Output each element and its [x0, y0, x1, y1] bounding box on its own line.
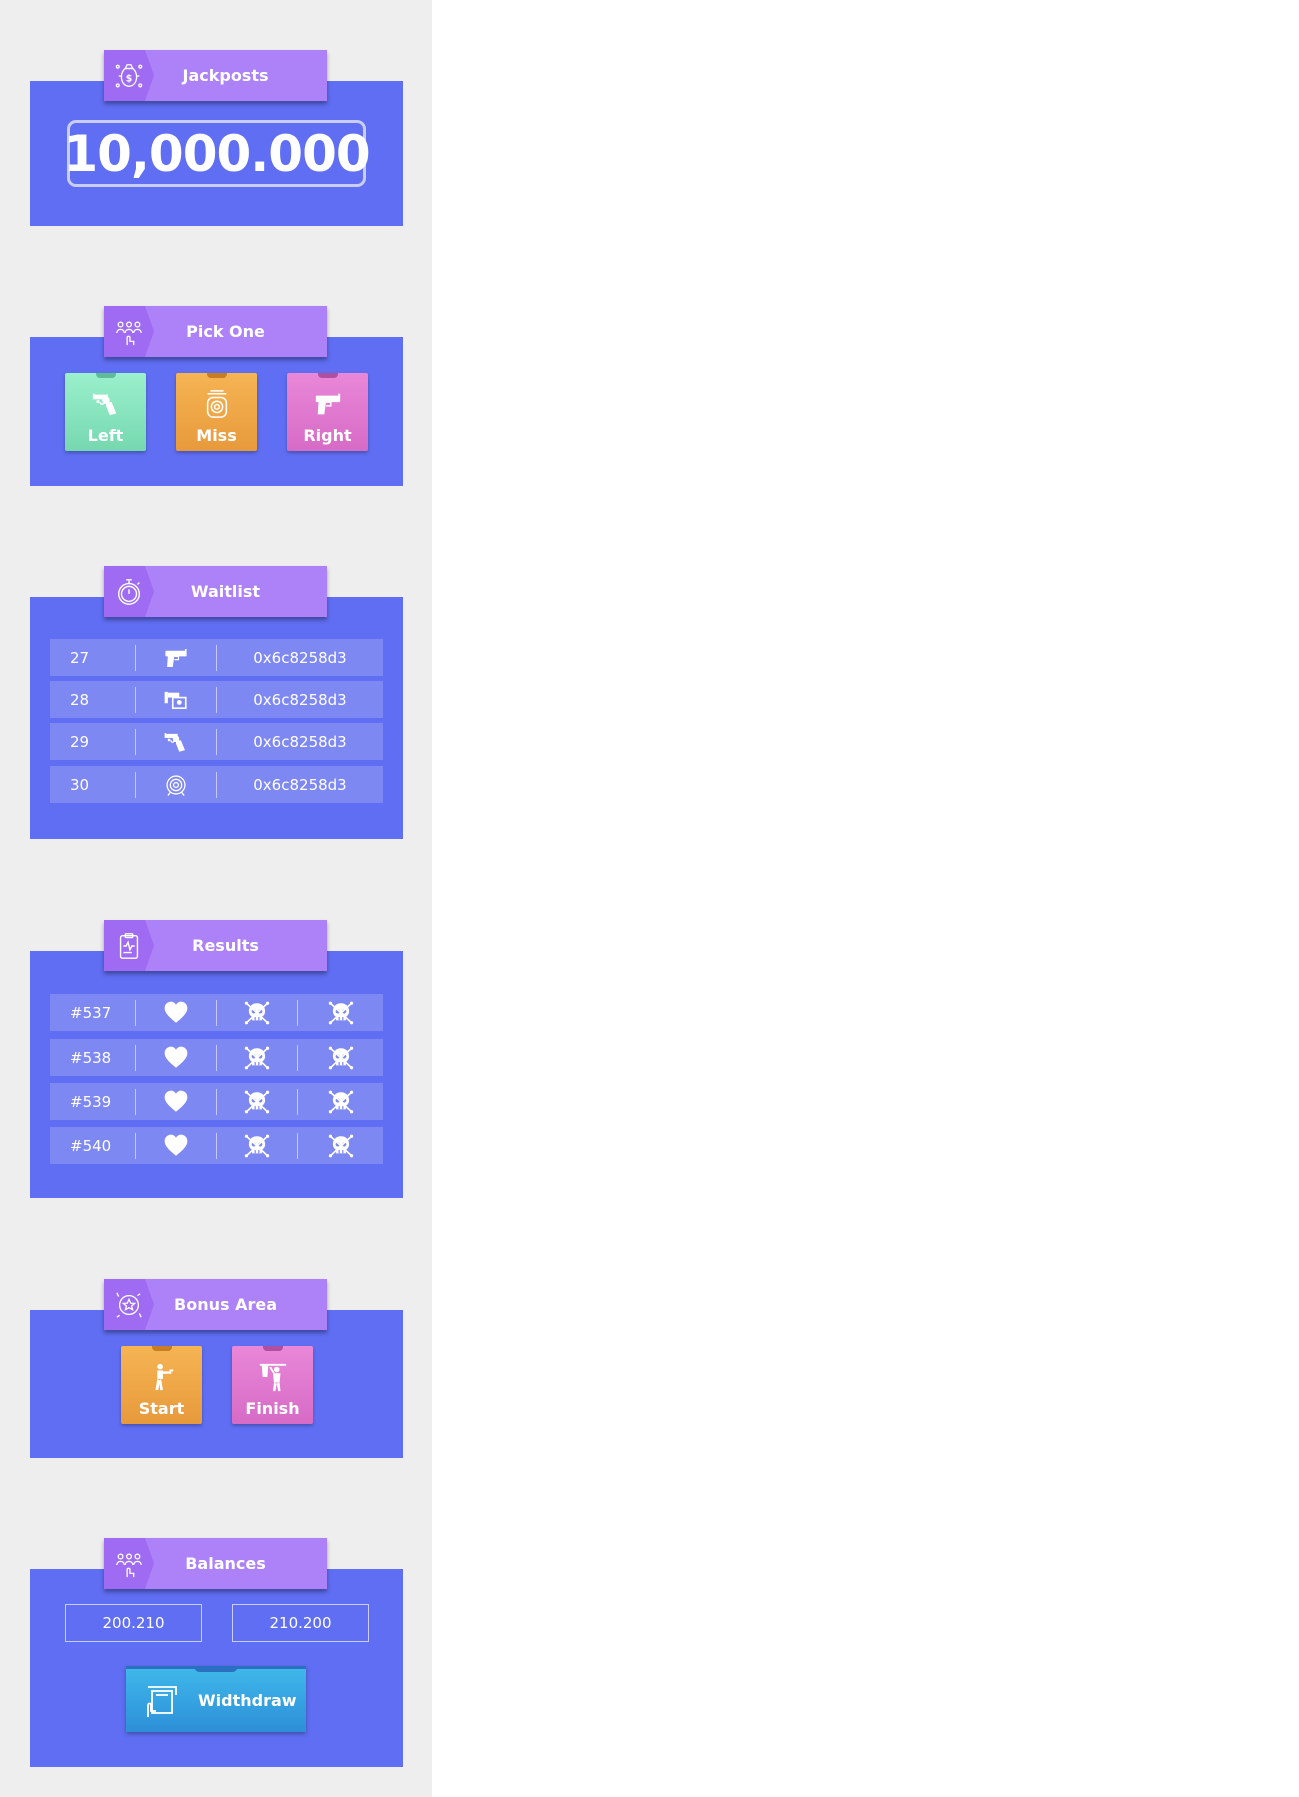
clipboard-icon	[104, 920, 154, 971]
target-icon	[163, 772, 189, 798]
waitlist-address: 0x6c8258d3	[253, 775, 347, 794]
results-title: Results	[192, 936, 259, 955]
bonus-start-label: Start	[138, 1399, 185, 1418]
pick-right-label: Right	[303, 426, 352, 445]
waitlist-id: 30	[70, 775, 90, 794]
stopwatch-icon	[104, 566, 154, 617]
waitlist-row: 28 0x6c8258d3	[50, 681, 383, 718]
waitlist-id: 28	[70, 690, 90, 709]
pistol-icon	[163, 645, 189, 671]
target-icon	[202, 389, 232, 419]
people-group-icon	[104, 306, 154, 357]
pick-miss-label: Miss	[196, 426, 237, 445]
waitlist-row: 30 0x6c8258d3	[50, 766, 383, 803]
balances-panel: Balances 200.210 210.200 Widthdraw	[30, 1538, 403, 1767]
pistol-icon	[313, 389, 343, 419]
skull-icon	[244, 1000, 270, 1026]
revolver-icon	[91, 389, 121, 419]
results-round: #538	[70, 1048, 112, 1067]
results-round: #539	[70, 1092, 112, 1111]
heart-icon	[163, 1133, 189, 1159]
skull-icon	[244, 1045, 270, 1071]
results-round: #537	[70, 1003, 112, 1022]
balance-value: 200.210	[65, 1604, 202, 1642]
bonus-tab: Bonus Area	[104, 1279, 327, 1330]
results-row: #539	[50, 1083, 383, 1120]
skull-icon	[244, 1089, 270, 1115]
bonus-start-button[interactable]: Start	[121, 1346, 202, 1424]
results-tab: Results	[104, 920, 327, 971]
jackpot-amount: 10,000.000	[63, 120, 371, 187]
gunman-icon	[147, 1362, 177, 1392]
bonus-panel: Bonus Area Start Finish	[30, 1279, 403, 1458]
results-row: #538	[50, 1039, 383, 1076]
shield-gun-icon	[163, 687, 189, 713]
results-row: #537	[50, 994, 383, 1031]
waitlist-title: Waitlist	[190, 582, 261, 601]
heart-icon	[163, 1045, 189, 1071]
jackpot-title: Jackposts	[182, 66, 269, 85]
heart-icon	[163, 1089, 189, 1115]
balance-value: 210.200	[232, 1604, 369, 1642]
balances-tab: Balances	[104, 1538, 327, 1589]
jackpot-tab: Jackposts	[104, 50, 327, 101]
waitlist-tab: Waitlist	[104, 566, 327, 617]
withdraw-button[interactable]: Widthdraw	[126, 1666, 306, 1732]
skull-icon	[328, 1000, 354, 1026]
waitlist-address: 0x6c8258d3	[253, 690, 347, 709]
bonus-title: Bonus Area	[174, 1295, 277, 1314]
star-badge-icon	[104, 1279, 154, 1330]
sidebar: Jackposts 10,000.000 Pick One Left Miss …	[0, 0, 432, 1797]
hanged-man-icon	[258, 1362, 288, 1392]
heart-icon	[163, 1000, 189, 1026]
results-panel: Results #537 #538 #539 #540	[30, 920, 403, 1198]
withdraw-label: Widthdraw	[198, 1691, 297, 1710]
jackpot-panel: Jackposts 10,000.000	[30, 50, 403, 226]
pick-one-tab: Pick One	[104, 306, 327, 357]
waitlist-panel: Waitlist 27 0x6c8258d3 28 0x6c8258d3 29 …	[30, 566, 403, 839]
bonus-finish-label: Finish	[245, 1399, 300, 1418]
pick-left-label: Left	[87, 426, 124, 445]
pick-one-panel: Pick One Left Miss Right	[30, 306, 403, 486]
atm-icon	[142, 1681, 182, 1721]
revolver-icon	[163, 729, 189, 755]
pick-right-button[interactable]: Right	[287, 373, 368, 451]
waitlist-address: 0x6c8258d3	[253, 732, 347, 751]
skull-icon	[328, 1045, 354, 1071]
pick-left-button[interactable]: Left	[65, 373, 146, 451]
pick-miss-button[interactable]: Miss	[176, 373, 257, 451]
waitlist-address: 0x6c8258d3	[253, 648, 347, 667]
skull-icon	[244, 1133, 270, 1159]
skull-icon	[328, 1133, 354, 1159]
results-round: #540	[70, 1136, 112, 1155]
waitlist-id: 29	[70, 732, 90, 751]
waitlist-row: 29 0x6c8258d3	[50, 723, 383, 760]
bonus-finish-button[interactable]: Finish	[232, 1346, 313, 1424]
results-row: #540	[50, 1127, 383, 1164]
skull-icon	[328, 1089, 354, 1115]
balances-title: Balances	[185, 1554, 266, 1573]
money-bag-icon	[104, 50, 154, 101]
waitlist-row: 27 0x6c8258d3	[50, 639, 383, 676]
pick-one-title: Pick One	[186, 322, 265, 341]
people-group-icon	[104, 1538, 154, 1589]
waitlist-id: 27	[70, 648, 90, 667]
